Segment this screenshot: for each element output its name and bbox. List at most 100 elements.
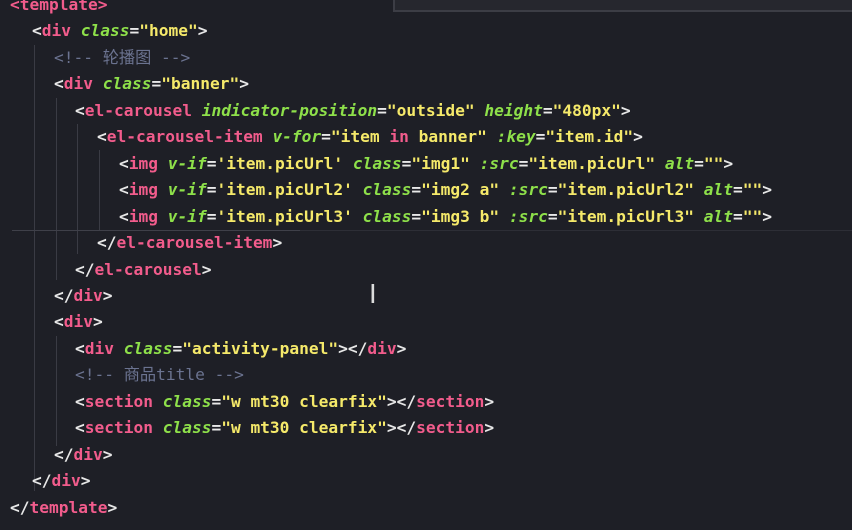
code-line[interactable]: <img v-if='item.picUrl' class="img1" :sr… — [119, 151, 733, 177]
code-line[interactable]: <template> — [10, 0, 107, 18]
overlay-panel-edge — [393, 0, 852, 12]
code-token-str: "activity-panel" — [182, 338, 339, 358]
code-token-punc: > — [197, 21, 208, 41]
code-token-attr: class — [102, 74, 152, 94]
code-token-comment: <!-- 轮播图 --> — [54, 47, 191, 67]
code-token-punc: = — [211, 418, 222, 438]
code-token-punc: < — [119, 206, 129, 226]
code-token-punc: > — [201, 259, 212, 279]
code-token-attr: v-for — [272, 127, 322, 147]
code-line[interactable]: <section class="w mt30 clearfix"></secti… — [75, 415, 494, 441]
code-token-tag: img — [128, 180, 168, 200]
code-token-tag: div — [73, 285, 103, 305]
code-token-punc: = — [211, 391, 222, 411]
code-token-str: "home" — [139, 21, 198, 41]
code-token-punc: ></ — [386, 418, 417, 438]
code-token-punc: </ — [10, 497, 30, 517]
code-token-str: "w mt30 clearfix" — [221, 418, 387, 438]
code-token-tag: section — [416, 418, 485, 438]
code-token-attr: v-if — [167, 206, 207, 226]
code-token-comment: <!-- 商品title --> — [75, 365, 244, 385]
code-token-str: "img1" — [411, 153, 480, 173]
code-token-tag: img — [128, 153, 168, 173]
code-token-tag: el-carousel — [84, 100, 202, 120]
code-token-punc: = — [733, 206, 743, 226]
code-token-punc: = — [206, 180, 217, 200]
code-line[interactable]: <div class="activity-panel"></div> — [75, 336, 406, 362]
code-line[interactable]: <div> — [54, 309, 103, 335]
code-token-tag: div — [63, 74, 103, 94]
code-line[interactable]: </div> — [54, 283, 113, 309]
code-line[interactable]: <section class="w mt30 clearfix"></secti… — [75, 389, 494, 415]
code-token-tag: el-carousel — [94, 259, 202, 279]
code-token-str: "banner" — [161, 74, 240, 94]
code-token-punc: < — [54, 74, 64, 94]
indent-guide — [77, 124, 78, 254]
code-line[interactable]: <el-carousel indicator-position="outside… — [75, 98, 631, 124]
code-token-str: "item.picUrl" — [528, 153, 665, 173]
code-token-punc: ></ — [386, 391, 417, 411]
text-cursor-icon: I — [369, 280, 377, 310]
code-token-punc: > — [762, 206, 773, 226]
code-token-str: "" — [703, 153, 724, 173]
code-token-punc: = — [411, 180, 422, 200]
code-token-tag: el-carousel-item — [106, 127, 273, 147]
code-token-punc: < — [119, 180, 129, 200]
code-token-punc: < — [54, 312, 64, 332]
code-token-punc: </ — [97, 233, 117, 253]
code-token-punc: </ — [32, 471, 52, 491]
code-token-kw: in — [389, 127, 409, 147]
code-token-attr: :src — [508, 180, 548, 200]
code-token-tag: div — [84, 338, 124, 358]
code-line[interactable]: </template> — [10, 495, 117, 521]
code-line[interactable]: <img v-if='item.picUrl3' class="img3 b" … — [119, 204, 772, 230]
code-token-tag: div — [367, 338, 397, 358]
code-token-attr: alt — [703, 180, 734, 200]
code-token-attr: v-if — [167, 180, 207, 200]
code-line[interactable]: <div class="home"> — [32, 18, 207, 44]
code-line[interactable]: <img v-if='item.picUrl2' class="img2 a" … — [119, 177, 772, 203]
code-token-punc: < — [75, 338, 85, 358]
code-token-attr: :src — [508, 206, 548, 226]
code-token-tag: img — [128, 206, 168, 226]
code-line[interactable]: </el-carousel> — [75, 257, 211, 283]
code-editor[interactable]: <template> <div class="home"> <!-- 轮播图 -->… — [0, 0, 852, 530]
code-line[interactable]: </el-carousel-item> — [97, 230, 282, 256]
code-token-punc: = — [377, 100, 387, 120]
code-line[interactable]: <el-carousel-item v-for="item in banner"… — [97, 124, 643, 150]
code-token-punc: > — [762, 180, 773, 200]
code-token-attr: class — [80, 21, 130, 41]
code-line[interactable]: </div> — [54, 442, 113, 468]
code-token-punc: < — [75, 391, 85, 411]
code-token-tag: div — [73, 444, 103, 464]
code-token-str: "" — [742, 180, 763, 200]
code-token-punc: </ — [54, 285, 74, 305]
code-token-str: "item.id" — [545, 127, 634, 147]
code-token-punc: > — [102, 285, 113, 305]
code-line[interactable]: <!-- 轮播图 --> — [54, 45, 190, 71]
code-token-punc: < — [75, 100, 85, 120]
code-token-punc: </ — [75, 259, 95, 279]
code-token-punc: = — [151, 74, 162, 94]
code-token-tag: section — [416, 391, 485, 411]
code-token-punc: = — [547, 180, 558, 200]
code-token-punc: = — [518, 153, 529, 173]
code-token-punc: = — [206, 206, 217, 226]
code-token-attr: :key — [496, 127, 536, 147]
code-token-attr: :src — [479, 153, 519, 173]
code-line[interactable]: </div> — [32, 468, 91, 494]
code-token-tag: <template> — [10, 0, 108, 14]
code-token-punc: > — [396, 338, 407, 358]
code-token-attr: class — [362, 206, 412, 226]
code-token-punc: = — [535, 127, 546, 147]
code-token-punc: < — [75, 418, 85, 438]
code-line[interactable]: <!-- 商品title --> — [75, 362, 244, 388]
code-token-punc: = — [547, 206, 558, 226]
code-token-str: "item.picUrl2" — [557, 180, 704, 200]
code-line[interactable]: <div class="banner"> — [54, 71, 249, 97]
code-token-punc: > — [272, 233, 283, 253]
code-token-punc: = — [411, 206, 422, 226]
code-token-attr: indicator-position — [201, 100, 378, 120]
code-token-str: "item.picUrl3" — [557, 206, 704, 226]
code-token-punc: < — [32, 21, 42, 41]
